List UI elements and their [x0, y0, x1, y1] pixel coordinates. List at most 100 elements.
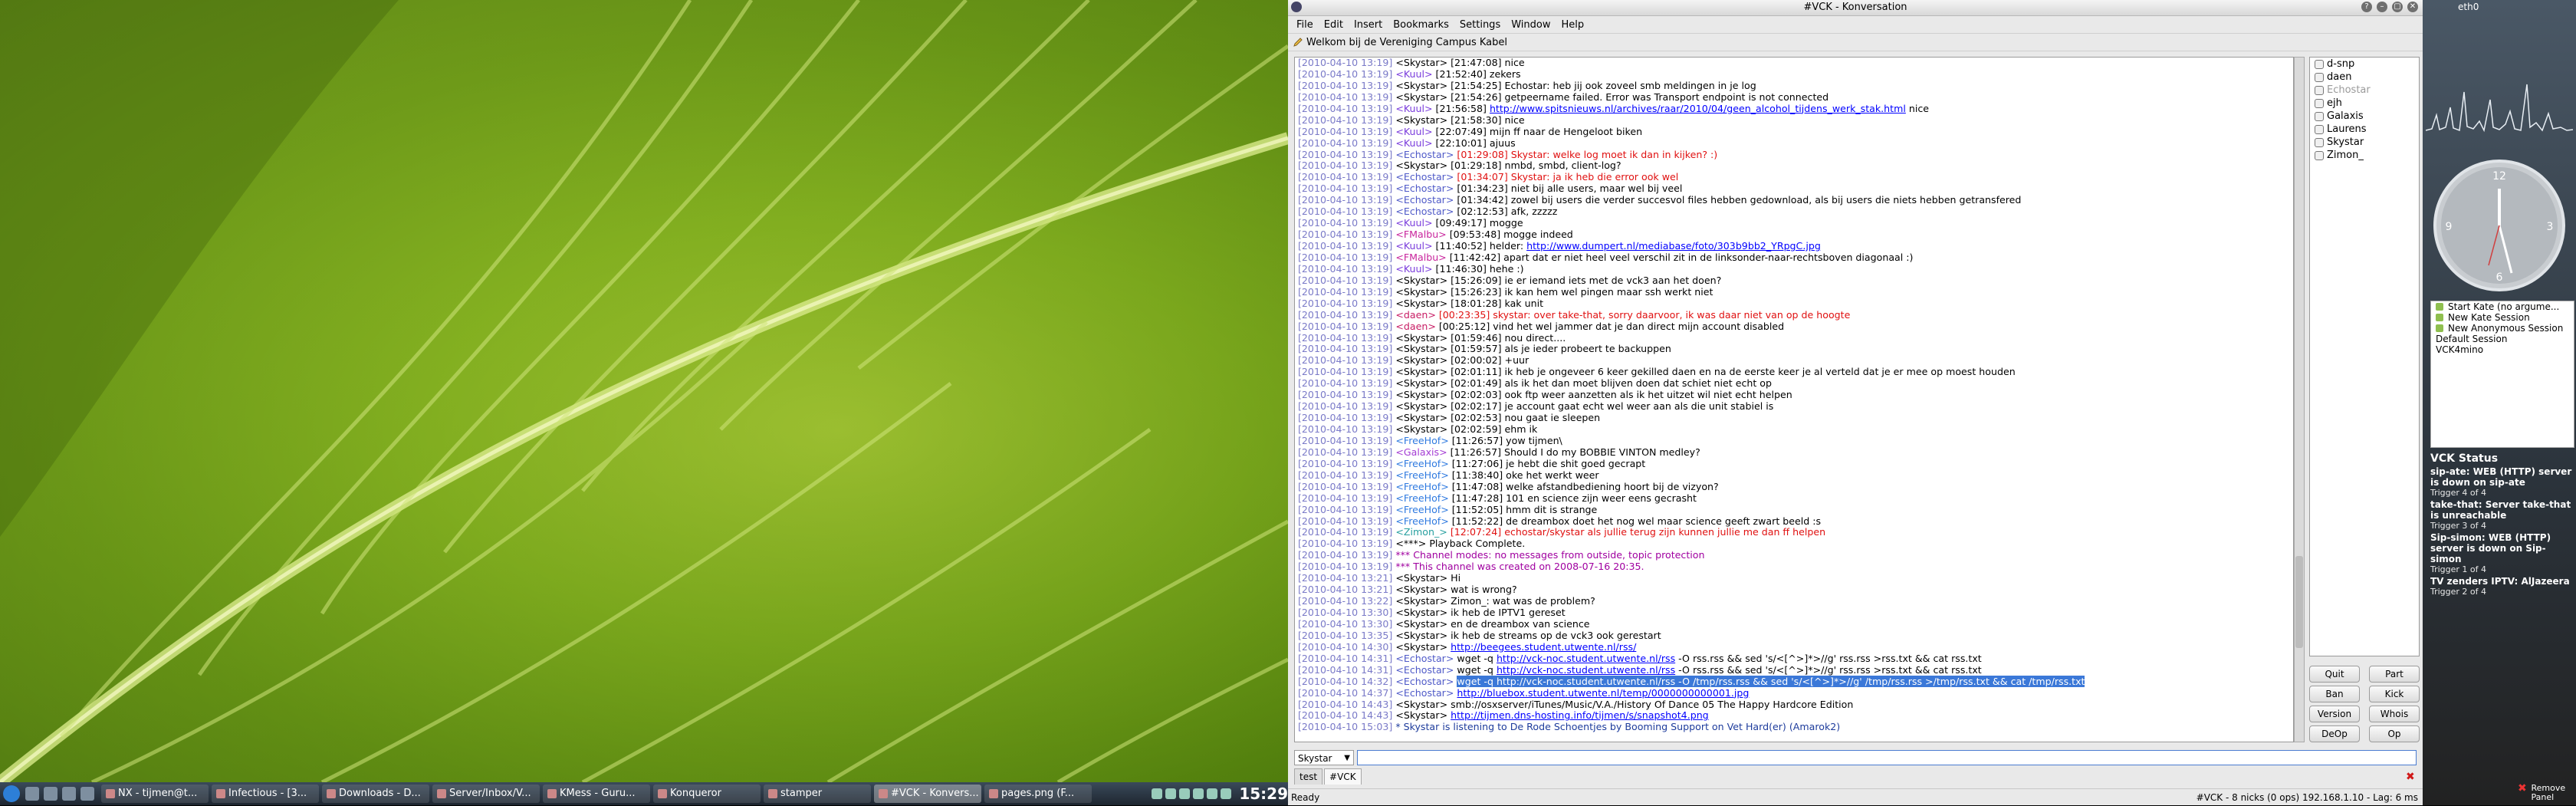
message-nick[interactable]: <Skystar> [1395, 366, 1447, 377]
message-link[interactable]: http://vck-noc.student.utwente.nl/rss [1497, 664, 1675, 676]
menu-file[interactable]: File [1291, 19, 1319, 31]
kate-session-item[interactable]: VCK4mino [2431, 344, 2574, 355]
message-nick[interactable]: <Skystar> [1395, 160, 1447, 171]
message-input[interactable] [1357, 750, 2417, 765]
message-nick[interactable]: <Skystar> [1395, 343, 1447, 354]
message-nick[interactable]: <Echostar> [1395, 206, 1454, 217]
message-nick[interactable]: <Skystar> [1395, 709, 1447, 721]
tab-test[interactable]: test [1294, 768, 1323, 785]
message-nick[interactable]: <Skystar> [1395, 584, 1447, 595]
message-nick[interactable]: <Echostar> [1395, 183, 1454, 194]
taskbar-button[interactable]: pages.png (F... [984, 785, 1092, 803]
selected-text[interactable]: wget -q http://vck-noc.student.utwente.n… [1457, 675, 2085, 687]
message-nick[interactable]: *** [1395, 549, 1410, 561]
deop-button[interactable]: DeOp [2309, 725, 2360, 742]
nickname-selector[interactable]: Skystar ▼ [1294, 750, 1354, 765]
remove-panel-button[interactable]: ✖ Remove Panel [2518, 783, 2576, 802]
message-nick[interactable]: <Kuul> [1395, 126, 1432, 137]
message-nick[interactable]: <Kuul> [1395, 263, 1432, 275]
nick-list[interactable]: d-snp daen Echostar ejh Galaxis Laurens Skysta… [2309, 57, 2420, 656]
message-nick[interactable]: <FMalbu> [1395, 229, 1446, 240]
nick-list-item[interactable]: Laurens [2310, 123, 2419, 136]
message-nick[interactable]: <Skystar> [1395, 354, 1447, 366]
tray-network-icon[interactable] [1152, 788, 1163, 799]
menu-help[interactable]: Help [1556, 19, 1589, 31]
message-nick[interactable]: <Echostar> [1395, 171, 1454, 183]
maximize-icon[interactable]: ▢ [2392, 2, 2403, 12]
nick-list-item[interactable]: d-snp [2310, 58, 2419, 71]
menu-edit[interactable]: Edit [1319, 19, 1349, 31]
nick-list-item[interactable]: Galaxis [2310, 110, 2419, 123]
message-nick[interactable]: <Skystar> [1395, 377, 1447, 389]
message-nick[interactable]: <Skystar> [1395, 630, 1447, 641]
tray-amarok-icon[interactable] [1193, 788, 1204, 799]
message-nick[interactable]: *** [1395, 561, 1410, 572]
message-nick[interactable]: <Skystar> [1395, 607, 1447, 618]
message-nick[interactable]: <Echostar> [1395, 664, 1454, 676]
message-nick[interactable]: <FreeHof> [1395, 492, 1448, 504]
message-nick[interactable]: <Skystar> [1395, 332, 1447, 344]
message-nick[interactable]: <Kuul> [1395, 68, 1432, 80]
message-nick[interactable]: <Skystar> [1395, 595, 1447, 607]
message-nick[interactable]: <Skystar> [1395, 275, 1447, 286]
menu-settings[interactable]: Settings [1454, 19, 1506, 31]
message-nick[interactable]: <Skystar> [1395, 389, 1447, 400]
message-nick[interactable]: <Skystar> [1395, 400, 1447, 412]
tray-battery-icon[interactable] [1221, 788, 1232, 799]
op-button[interactable]: Op [2369, 725, 2420, 742]
kde-menu-icon[interactable] [3, 785, 20, 802]
message-link[interactable]: http://vck-noc.student.utwente.nl/rss [1497, 653, 1675, 664]
kate-session-item[interactable]: Start Kate (no argume... [2431, 301, 2574, 312]
tab-vck[interactable]: #VCK [1324, 768, 1362, 785]
message-link[interactable]: http://beegees.student.utwente.nl/rss/ [1451, 641, 1636, 653]
nick-list-item[interactable]: daen [2310, 71, 2419, 84]
version-button[interactable]: Version [2309, 706, 2360, 722]
kate-session-item[interactable]: New Kate Session [2431, 312, 2574, 323]
tray-volume-icon[interactable] [1165, 788, 1177, 799]
message-nick[interactable]: <Kuul> [1395, 137, 1432, 149]
ban-button[interactable]: Ban [2309, 686, 2360, 702]
message-nick[interactable]: <Echostar> [1395, 149, 1454, 160]
message-nick[interactable]: <Skystar> [1395, 618, 1447, 630]
taskbar-clock[interactable]: 15:29 [1239, 785, 1288, 803]
message-nick[interactable]: <daen> [1395, 321, 1436, 332]
terminal-icon[interactable] [44, 787, 58, 801]
message-nick[interactable]: <Kuul> [1395, 217, 1432, 229]
help-icon[interactable]: ? [2361, 2, 2372, 12]
message-nick[interactable]: <Skystar> [1395, 91, 1447, 103]
message-nick[interactable]: <Kuul> [1395, 240, 1432, 252]
nick-list-item[interactable]: Zimon_ [2310, 149, 2419, 162]
taskbar-button[interactable]: Server/Inbox/V... [432, 785, 540, 803]
taskbar-button[interactable]: #VCK - Konvers... [874, 785, 981, 803]
message-nick[interactable]: <daen> [1395, 309, 1436, 321]
chat-scrollbar[interactable] [2294, 57, 2305, 742]
message-nick[interactable]: <Skystar> [1395, 286, 1447, 298]
taskbar-button[interactable]: Infectious - [3... [212, 785, 319, 803]
message-nick[interactable]: <Echostar> [1395, 687, 1454, 699]
message-nick[interactable]: <Echostar> [1395, 676, 1454, 687]
message-link[interactable]: http://tijmen.dns-hosting.info/tijmen/s/… [1451, 709, 1709, 721]
message-nick[interactable]: <FreeHof> [1395, 481, 1448, 492]
message-nick[interactable]: <Skystar> [1395, 58, 1447, 68]
message-link[interactable]: http://www.dumpert.nl/mediabase/foto/303… [1526, 240, 1821, 252]
nick-list-item[interactable]: Echostar [2310, 84, 2419, 97]
message-nick[interactable]: <FreeHof> [1395, 469, 1448, 481]
chat-view[interactable]: [2010-04-10 13:19] <Skystar> [21:47:08] … [1294, 57, 2294, 742]
message-nick[interactable]: <Skystar> [1395, 641, 1447, 653]
taskbar-button[interactable]: Downloads - D... [322, 785, 429, 803]
scrollbar-thumb[interactable] [2295, 556, 2303, 648]
whois-button[interactable]: Whois [2369, 706, 2420, 722]
message-link[interactable]: http://bluebox.student.utwente.nl/temp/0… [1457, 687, 1749, 699]
close-tab-icon[interactable]: ✖ [2406, 771, 2417, 782]
message-nick[interactable]: <FreeHof> [1395, 504, 1448, 515]
message-nick[interactable]: <Skystar> [1395, 699, 1447, 710]
pager-desktop-2-icon[interactable] [80, 787, 94, 801]
edit-topic-icon[interactable] [1293, 37, 1303, 48]
menu-insert[interactable]: Insert [1349, 19, 1388, 31]
part-button[interactable]: Part [2369, 666, 2420, 683]
menu-bookmarks[interactable]: Bookmarks [1388, 19, 1454, 31]
kate-session-item[interactable]: New Anonymous Session [2431, 323, 2574, 334]
message-nick[interactable]: <FreeHof> [1395, 458, 1448, 469]
message-nick[interactable]: <Galaxis> [1395, 446, 1447, 458]
taskbar-button[interactable]: NX - tijmen@t... [101, 785, 209, 803]
